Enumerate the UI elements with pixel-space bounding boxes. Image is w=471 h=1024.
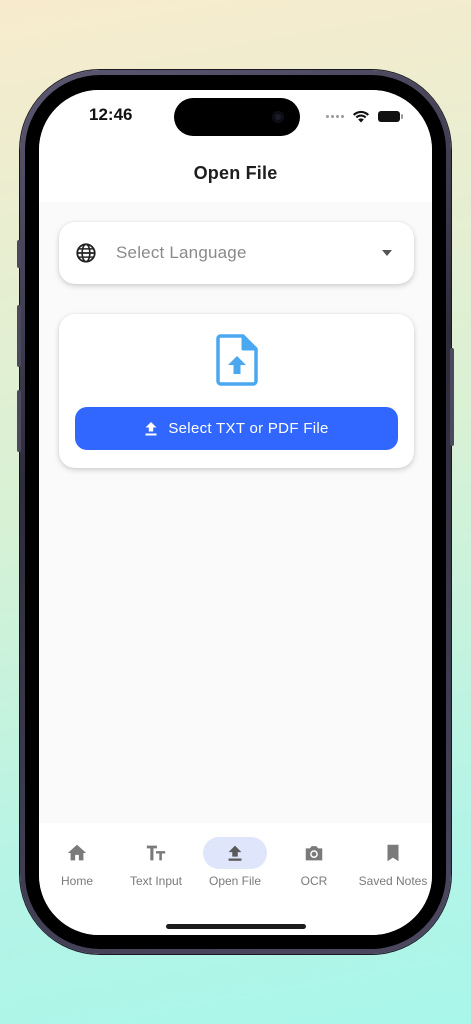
phone-frame: 12:46 Open File Select Language Select T… — [17, 70, 454, 954]
status-bar: 12:46 — [39, 90, 432, 145]
nav-label-open-file: Open File — [208, 874, 262, 888]
home-indicator[interactable] — [166, 924, 306, 929]
nav-item-ocr[interactable]: OCR — [274, 837, 354, 897]
nav-item-home[interactable]: Home — [39, 837, 117, 897]
nav-label-home: Home — [60, 874, 93, 888]
app-screen: 12:46 Open File Select Language Select T… — [39, 90, 432, 935]
volume-up-button — [17, 305, 21, 367]
select-file-button-label: Select TXT or PDF File — [168, 420, 329, 437]
globe-icon — [76, 243, 96, 263]
status-icons — [326, 109, 403, 123]
status-time: 12:46 — [89, 105, 133, 124]
language-dropdown[interactable]: Select Language — [59, 222, 414, 284]
nav-item-open-file[interactable]: Open File — [195, 837, 275, 897]
nav-label-text-input: Text Input — [129, 874, 183, 888]
dynamic-island — [174, 98, 300, 136]
volume-down-button — [17, 390, 21, 452]
camera-icon — [305, 846, 323, 861]
bottom-navigation: Home Text Input Open File OCR Saved Note… — [39, 823, 432, 935]
nav-label-ocr: OCR — [300, 874, 328, 888]
bookmark-icon — [387, 844, 399, 862]
signal-icon — [326, 114, 344, 118]
nav-item-saved-notes[interactable]: Saved Notes — [353, 837, 432, 897]
page-title: Open File — [193, 163, 278, 183]
battery-icon — [378, 110, 403, 122]
action-button — [17, 240, 21, 268]
text-fields-icon — [146, 845, 166, 861]
home-icon — [67, 844, 87, 861]
power-button — [450, 348, 454, 446]
nav-label-saved-notes: Saved Notes — [358, 874, 428, 888]
dropdown-arrow-icon — [382, 250, 392, 256]
language-placeholder: Select Language — [116, 243, 247, 262]
file-picker-card: Select TXT or PDF File — [59, 314, 414, 468]
upload-icon — [228, 845, 242, 861]
camera-lens — [272, 111, 284, 123]
upload-icon — [145, 421, 157, 435]
wifi-icon — [353, 110, 369, 122]
select-file-button[interactable]: Select TXT or PDF File — [75, 407, 398, 450]
nav-item-text-input[interactable]: Text Input — [116, 837, 196, 897]
app-bar: Open File — [39, 145, 432, 202]
file-upload-icon — [216, 334, 258, 386]
